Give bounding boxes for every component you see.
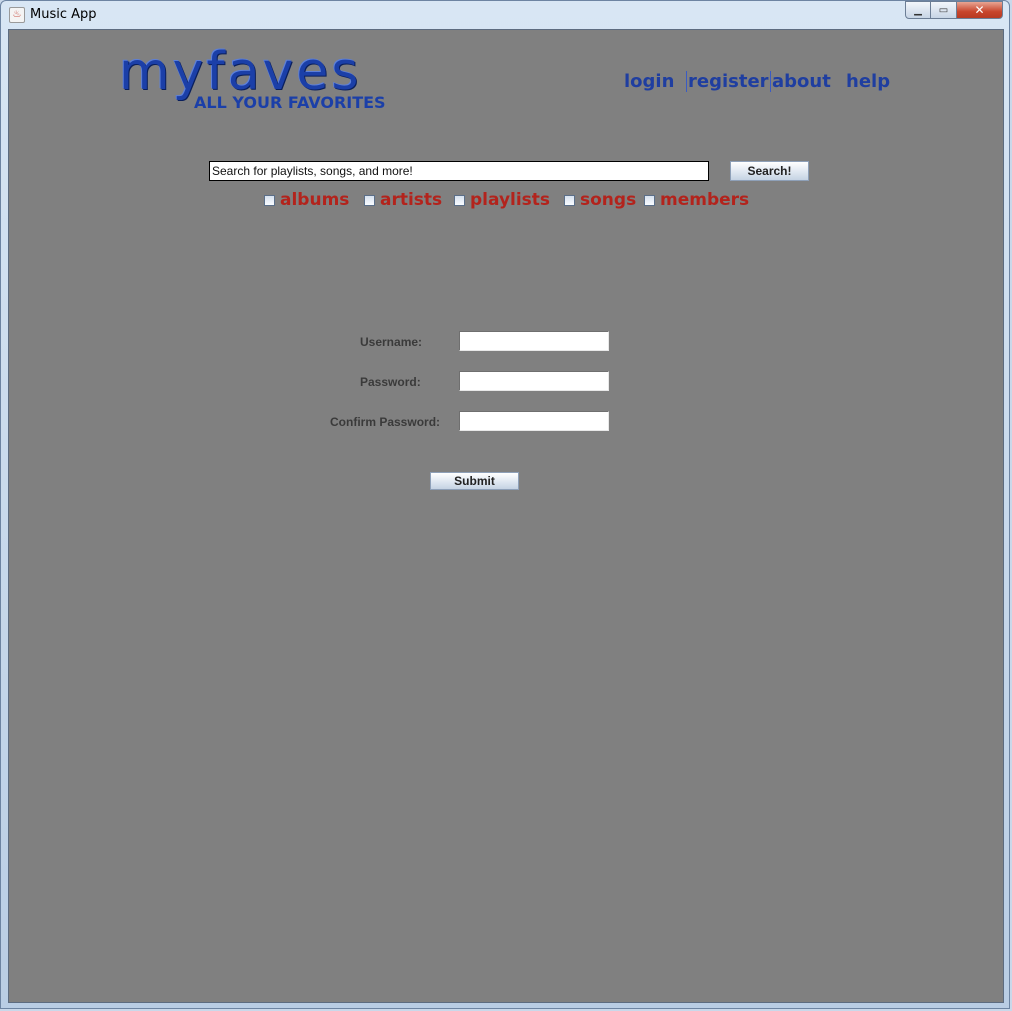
confirm-password-label: Confirm Password: [330, 415, 441, 429]
java-cup-icon: ♨ [9, 7, 25, 23]
filter-members-label: members [660, 190, 750, 210]
members-checkbox[interactable] [644, 194, 655, 206]
filter-albums[interactable]: albums [264, 190, 349, 210]
password-label: Password: [360, 375, 421, 389]
filter-artists-label: artists [380, 190, 443, 210]
filter-members[interactable]: members [644, 190, 749, 210]
window-title: Music App [30, 7, 97, 22]
filter-albums-label: albums [280, 190, 350, 210]
logo: myfaves ALL YOUR FAVORITES [119, 42, 386, 112]
close-button[interactable]: ✕ [957, 1, 1003, 19]
filter-songs[interactable]: songs [564, 190, 636, 210]
submit-button[interactable]: Submit [430, 472, 519, 490]
nav-register-link[interactable]: register [686, 71, 771, 92]
app-window: ♨ Music App ▁ ▭ ✕ myfaves ALL YOUR FAVOR… [0, 0, 1010, 1009]
maximize-icon: ▭ [938, 4, 949, 16]
filter-artists[interactable]: artists [364, 190, 442, 210]
search-input[interactable] [209, 161, 709, 181]
artists-checkbox[interactable] [364, 194, 375, 206]
nav-login-link[interactable]: login [624, 71, 674, 92]
username-label: Username: [360, 335, 423, 349]
songs-checkbox[interactable] [564, 194, 575, 206]
logo-main-text: myfaves [119, 42, 362, 102]
filter-songs-label: songs [580, 190, 637, 210]
filter-playlists[interactable]: playlists [454, 190, 550, 210]
minimize-icon: ▁ [914, 4, 922, 16]
logo-tagline: ALL YOUR FAVORITES [194, 93, 386, 112]
albums-checkbox[interactable] [264, 194, 275, 206]
minimize-button[interactable]: ▁ [905, 1, 931, 19]
title-bar[interactable]: ♨ Music App ▁ ▭ ✕ [1, 1, 1009, 29]
content-panel: myfaves ALL YOUR FAVORITES login registe… [8, 29, 1004, 1003]
maximize-button[interactable]: ▭ [931, 1, 957, 19]
nav-about-link[interactable]: about [772, 71, 831, 92]
username-field[interactable] [459, 331, 609, 351]
window-controls: ▁ ▭ ✕ [905, 1, 1003, 21]
search-button[interactable]: Search! [730, 161, 809, 181]
filter-playlists-label: playlists [470, 190, 551, 210]
password-field[interactable] [459, 371, 609, 391]
playlists-checkbox[interactable] [454, 194, 465, 206]
confirm-password-field[interactable] [459, 411, 609, 431]
close-icon: ✕ [974, 3, 985, 17]
nav-help-link[interactable]: help [846, 71, 890, 92]
